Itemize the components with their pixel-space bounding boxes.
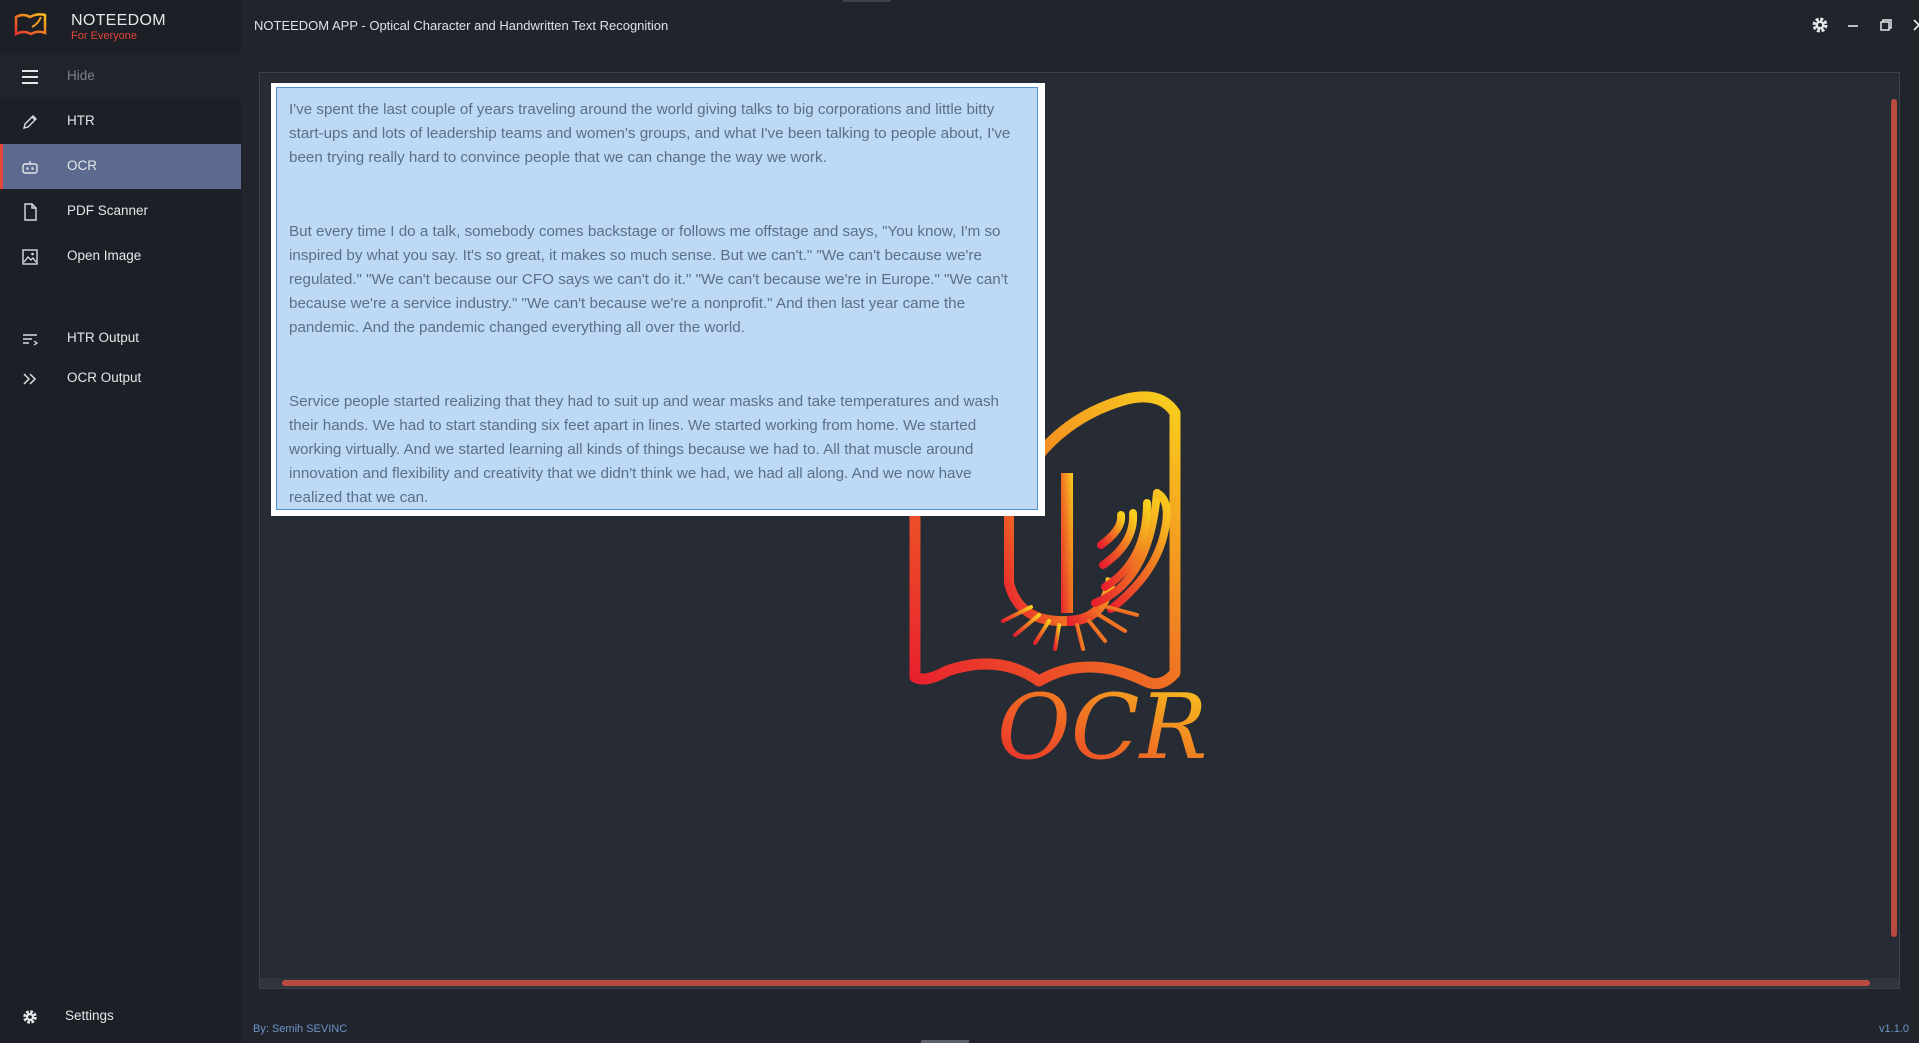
- brand-header: NOTEEDOM For Everyone: [0, 0, 241, 52]
- sidebar-item-htr[interactable]: HTR: [0, 99, 241, 144]
- sidebar-item-label: Open Image: [67, 248, 142, 263]
- horizontal-scroll-track[interactable]: [260, 978, 1899, 988]
- close-icon: [1908, 14, 1919, 36]
- window-drag-handle[interactable]: [843, 0, 891, 2]
- document-icon: [20, 202, 40, 222]
- restore-button[interactable]: [1875, 14, 1897, 36]
- robot-icon: [20, 157, 40, 177]
- status-bar: By: Semih SEVINC v1.1.0: [241, 1016, 1919, 1043]
- text-paragraph: Service people started realizing that th…: [289, 393, 1000, 506]
- sidebar: NOTEEDOM For Everyone Hide HTR OCR PDF S…: [0, 0, 241, 1043]
- version-label: v1.1.0: [1879, 1023, 1909, 1035]
- restore-icon: [1875, 14, 1897, 36]
- minimize-icon: [1842, 14, 1864, 36]
- recognized-text-block: I've spent the last couple of years trav…: [276, 87, 1038, 510]
- brand-name: NOTEEDOM: [71, 12, 166, 29]
- settings-label: Settings: [65, 1008, 114, 1023]
- text-paragraph: But every time I do a talk, somebody com…: [289, 223, 1008, 336]
- title-bar: NOTEEDOM APP - Optical Character and Han…: [241, 0, 1919, 52]
- sidebar-settings-button[interactable]: Settings: [0, 994, 241, 1039]
- minimize-button[interactable]: [1842, 14, 1864, 36]
- text-paragraph: I've spent the last couple of years trav…: [289, 101, 1011, 166]
- sidebar-item-htr-output[interactable]: HTR Output: [0, 316, 241, 361]
- image-icon: [20, 247, 40, 267]
- sidebar-item-pdf-scanner[interactable]: PDF Scanner: [0, 189, 241, 234]
- loaded-text-image: I've spent the last couple of years trav…: [271, 83, 1045, 516]
- vertical-scrollbar[interactable]: [1891, 99, 1897, 937]
- image-viewer[interactable]: OCR I've spent the last couple of years …: [259, 72, 1900, 989]
- horizontal-scrollbar[interactable]: [282, 980, 1870, 986]
- sidebar-item-ocr[interactable]: OCR: [0, 144, 241, 189]
- close-button[interactable]: [1908, 14, 1919, 36]
- text-lines-icon: [20, 329, 40, 349]
- sidebar-item-label: OCR Output: [67, 370, 142, 385]
- hide-label: Hide: [67, 68, 95, 83]
- sidebar-item-label: OCR: [67, 158, 97, 173]
- sidebar-item-label: PDF Scanner: [67, 203, 149, 218]
- sidebar-item-open-image[interactable]: Open Image: [0, 234, 241, 279]
- menu-toggle-button[interactable]: Hide: [0, 54, 241, 99]
- book-logo-icon: [14, 12, 48, 43]
- sidebar-item-label: HTR Output: [67, 330, 140, 345]
- sidebar-item-ocr-output[interactable]: OCR Output: [0, 356, 241, 401]
- double-chevron-icon: [20, 369, 40, 389]
- author-credit: By: Semih SEVINC: [253, 1023, 348, 1035]
- hamburger-menu-icon: [20, 67, 40, 87]
- pencil-icon: [20, 112, 40, 132]
- brand-tagline: For Everyone: [71, 30, 138, 42]
- gear-icon: [20, 1007, 40, 1027]
- gear-icon: [1809, 14, 1831, 36]
- sidebar-item-label: HTR: [67, 113, 95, 128]
- ocr-logo-text: OCR: [997, 675, 1207, 773]
- settings-gear-button[interactable]: [1809, 14, 1831, 36]
- window-title: NOTEEDOM APP - Optical Character and Han…: [254, 18, 669, 33]
